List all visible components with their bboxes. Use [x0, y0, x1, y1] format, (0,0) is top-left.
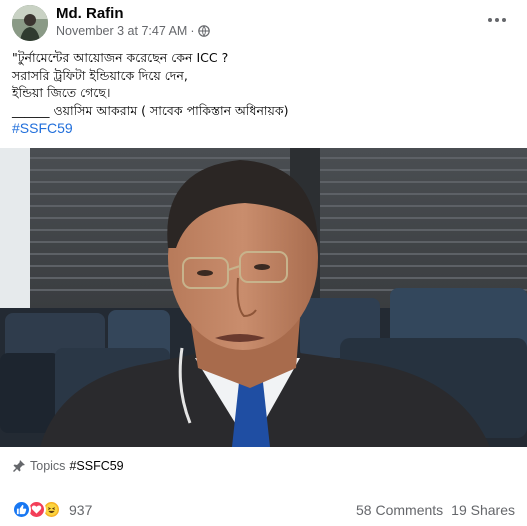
- post-photo[interactable]: [0, 148, 527, 447]
- meta-separator: ·: [190, 24, 195, 38]
- reaction-count[interactable]: 937: [69, 502, 92, 518]
- post-meta: November 3 at 7:47 AM ·: [56, 24, 210, 38]
- post-text-line: "টুর্নামেন্টের আয়োজন করেছেন কেন ICC ?: [12, 50, 229, 65]
- author-name[interactable]: Md. Rafin: [56, 5, 124, 22]
- post-text: "টুর্নামেন্টের আয়োজন করেছেন কেন ICC ? স…: [12, 49, 512, 119]
- post-text-line: ______ ওয়াসিম আকরাম ( সাবেক পাকিস্তান অ…: [12, 102, 289, 118]
- post-header: Md. Rafin November 3 at 7:47 AM ·: [0, 0, 527, 44]
- avatar[interactable]: [12, 5, 48, 41]
- comments-count[interactable]: 58 Comments: [356, 502, 443, 518]
- globe-icon: [197, 25, 210, 37]
- post-text-line: ইন্ডিয়া জিতে গেছে।: [12, 85, 111, 100]
- pin-icon: [13, 460, 25, 472]
- post-hashtag[interactable]: #SSFC59: [12, 120, 73, 136]
- engagement-stats: 58 Comments 19 Shares: [356, 502, 515, 518]
- like-icon: [12, 500, 31, 519]
- topics-row: Topics #SSFC59: [12, 459, 124, 473]
- more-options-icon[interactable]: [485, 8, 509, 32]
- reaction-summary[interactable]: 937: [12, 500, 92, 519]
- topics-label: Topics: [30, 459, 66, 473]
- post-text-line: সরাসরি ট্রফিটা ইন্ডিয়াকে দিয়ে দেন,: [12, 67, 188, 83]
- topic-hashtag-link[interactable]: #SSFC59: [69, 459, 123, 473]
- shares-count[interactable]: 19 Shares: [451, 502, 515, 518]
- post-date[interactable]: November 3 at 7:47 AM: [56, 24, 187, 38]
